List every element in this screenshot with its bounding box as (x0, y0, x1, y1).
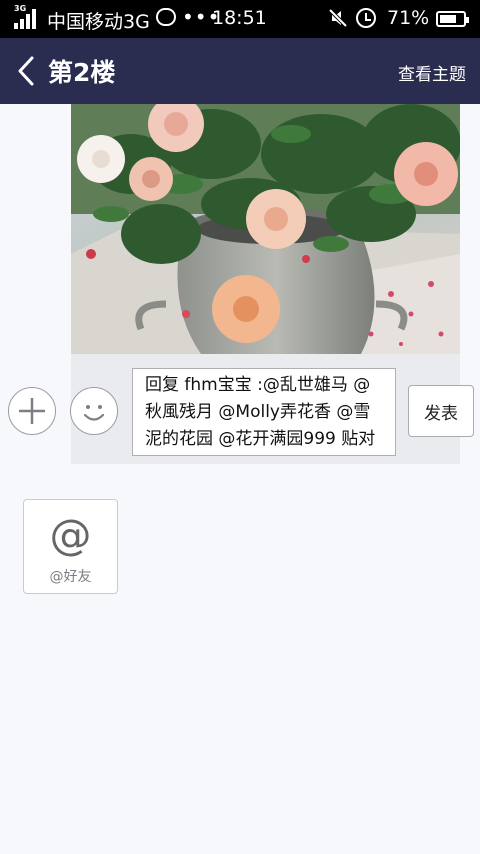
mention-friend-button[interactable]: @ @好友 (23, 499, 118, 594)
add-attachment-button[interactable] (8, 387, 56, 435)
rose-pot-image (71, 104, 460, 354)
page-title: 第2楼 (48, 58, 116, 87)
reply-composer: 回复 fhm宝宝 :@乱世雄马 @秋風残月 @Molly弄花香 @雪泥的花园 @… (0, 354, 480, 464)
plus-icon (19, 398, 45, 424)
post-photo[interactable] (71, 104, 460, 354)
battery-icon (436, 11, 469, 27)
at-sign-icon: @ (49, 510, 92, 559)
emoji-button[interactable] (70, 387, 118, 435)
mention-friend-label: @好友 (49, 569, 92, 585)
mute-icon (328, 8, 348, 28)
send-button[interactable]: 发表 (408, 385, 474, 437)
status-bar: 3G 中国移动3G ••• 18:51 71% (0, 0, 480, 38)
reply-text-input[interactable]: 回复 fhm宝宝 :@乱世雄马 @秋風残月 @Molly弄花香 @雪泥的花园 @… (132, 368, 396, 456)
view-topic-button[interactable]: 查看主题 (398, 60, 466, 85)
smiley-icon (83, 405, 105, 421)
signal-icon: 3G (14, 4, 40, 29)
alarm-icon (356, 8, 376, 28)
clock: 18:51 (212, 7, 267, 29)
chat-bubble-icon (156, 8, 176, 26)
battery-percent: 71% (387, 7, 430, 29)
chevron-left-icon[interactable] (12, 52, 42, 90)
carrier-label: 中国移动3G (47, 11, 150, 33)
top-navigation-bar: 第2楼 查看主题 (0, 38, 480, 104)
network-tag: 3G (14, 4, 27, 13)
